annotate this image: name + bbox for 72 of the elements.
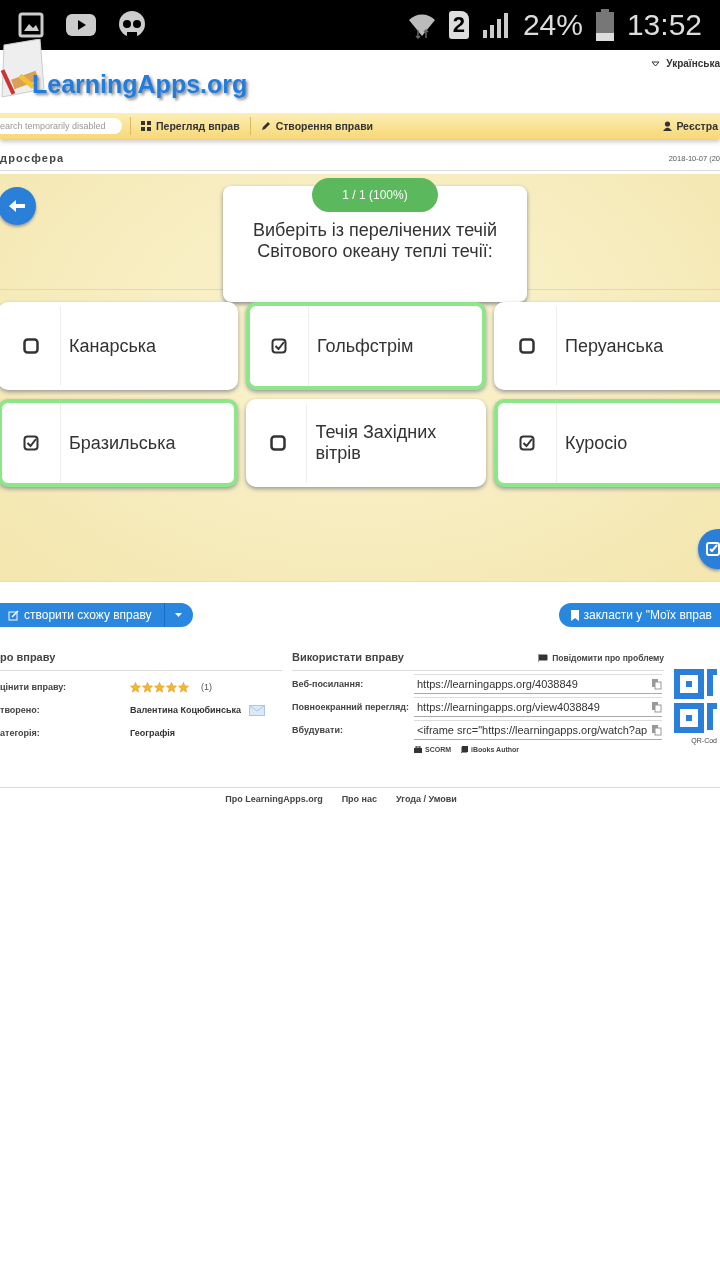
category-value: Географія [130, 728, 176, 738]
exercise-title: дросфера [0, 152, 65, 164]
book-icon [461, 746, 469, 753]
answer-option[interactable]: Бразильська [0, 399, 238, 487]
gallery-icon [18, 12, 44, 38]
answer-option[interactable]: Канарська [0, 302, 238, 390]
checkbox[interactable] [270, 435, 287, 451]
edit-icon [8, 609, 19, 621]
briefcase-icon [414, 746, 422, 753]
bookmark-button[interactable]: закласти у "Моїх вправ [558, 603, 720, 627]
star-icon [166, 681, 177, 693]
caret-icon [651, 60, 661, 67]
qr-code-drawing[interactable] [674, 669, 717, 733]
create-similar-button[interactable]: створити схожу вправу [0, 603, 193, 627]
nav-link[interactable]: Перегляд вправ [130, 117, 250, 135]
nav-link[interactable]: Створення вправи [249, 117, 384, 135]
checkbox[interactable] [271, 338, 287, 354]
field-label: цінити вправу: [0, 682, 68, 692]
link-field[interactable]: https://learningapps.org/view4038849 [414, 697, 662, 717]
checkbox[interactable] [23, 338, 39, 354]
field-label: Вбудувати: [292, 724, 344, 736]
checkbox[interactable] [519, 435, 535, 451]
report-problem-link[interactable]: Повідомити про проблему [538, 651, 664, 665]
star-icon [142, 681, 153, 693]
link-field[interactable]: <iframe src="https://learningapps.org/watch?ap [414, 720, 662, 740]
answer-option[interactable]: Перуанська [494, 302, 720, 390]
skull-icon [118, 11, 146, 39]
back-button[interactable] [0, 187, 36, 225]
flag-icon [538, 654, 549, 662]
footer-link[interactable]: Про LearningApps.org [225, 794, 323, 804]
footer-link[interactable]: Про нас [341, 794, 378, 804]
answer-option[interactable]: Гольфстрім [246, 302, 486, 390]
register-link[interactable]: Реєстра [663, 120, 718, 132]
battery-percent: 24% [522, 8, 583, 42]
battery-icon [594, 9, 615, 41]
link-field[interactable]: https://learningapps.org/4038849 [414, 674, 662, 694]
progress-badge: 1 / 1 (100%) [312, 178, 438, 212]
language-selector[interactable]: Українська [651, 58, 720, 69]
rating-count: (1) [201, 682, 212, 692]
answer-option[interactable]: Течія Західних вітрів [246, 399, 486, 487]
star-icon [130, 681, 141, 693]
question-text: Виберіть із перелічених течій Світового океану теплі течії: [252, 220, 498, 262]
section-heading: ро вправу [0, 651, 56, 665]
footer-link[interactable]: Угода / Умови [396, 794, 457, 804]
caret-icon [175, 613, 183, 617]
check-button[interactable] [698, 529, 720, 569]
author-name: Валентина Коцюбинська [130, 705, 242, 715]
video-play-icon [66, 14, 96, 36]
answer-option[interactable]: Куросіо [494, 399, 720, 487]
field-label: Веб-посилання: [292, 678, 365, 690]
checkbox[interactable] [519, 338, 535, 354]
site-logo[interactable]: LearningApps.org [32, 70, 248, 99]
copy-icon[interactable] [652, 678, 662, 690]
field-label: атегорія: [0, 728, 41, 738]
star-icon [178, 681, 189, 693]
signal-icon [480, 10, 511, 40]
field-label: Повноекранний перегляд: [292, 701, 411, 713]
star-icon [154, 681, 165, 693]
clock-time: 13:52 [626, 8, 702, 42]
user-icon [663, 121, 673, 131]
star-rating[interactable] [130, 681, 189, 693]
bookmark-icon [570, 609, 579, 621]
field-label: творено: [0, 705, 41, 715]
grid-icon [141, 121, 151, 131]
pencil-icon [260, 121, 271, 131]
copy-icon[interactable] [652, 724, 662, 736]
checkbox[interactable] [23, 435, 39, 451]
section-heading: Використати вправу [292, 651, 404, 665]
arrow-left-icon [8, 199, 26, 213]
sim-indicator: 2 [448, 11, 469, 39]
copy-icon[interactable] [652, 701, 662, 713]
checkbox-icon [706, 542, 720, 556]
